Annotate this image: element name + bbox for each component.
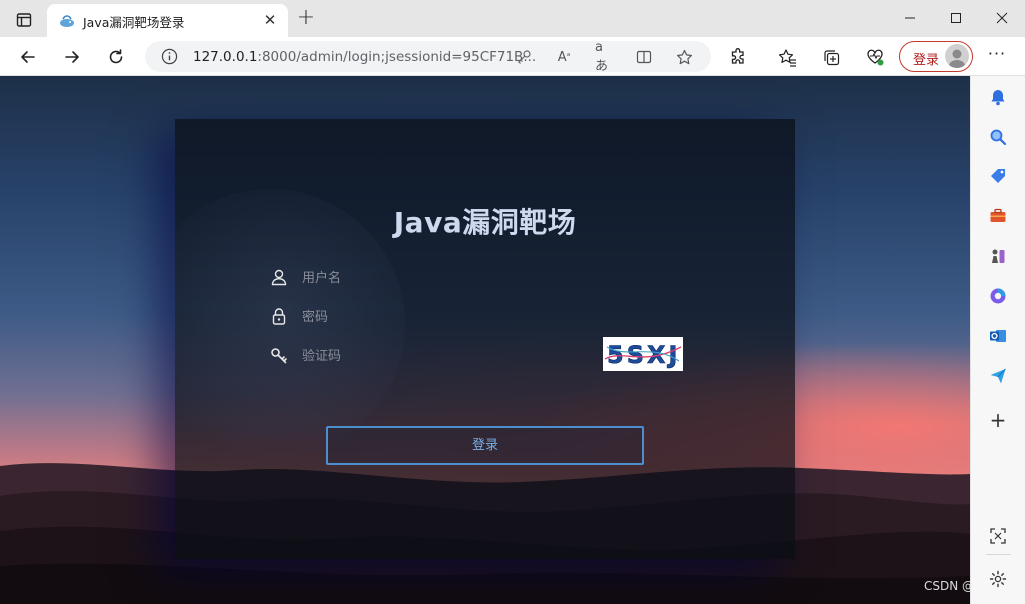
address-bar[interactable]: 127.0.0.1:8000/admin/login;jsessionid=95… <box>145 40 711 74</box>
read-aloud-icon[interactable]: Aᵃ <box>555 48 573 66</box>
plus-icon[interactable]: + <box>294 7 318 31</box>
password-field <box>270 304 630 330</box>
collections-icon[interactable] <box>821 47 841 67</box>
password-input[interactable] <box>302 304 602 330</box>
screenshot-icon[interactable] <box>987 525 1009 547</box>
key-icon <box>271 348 287 364</box>
refresh-icon[interactable] <box>103 44 129 70</box>
captcha-field <box>270 343 630 369</box>
bell-icon[interactable] <box>987 86 1009 108</box>
split-screen-icon[interactable] <box>635 48 653 66</box>
sidebar-divider <box>986 554 1011 555</box>
send-icon[interactable] <box>987 365 1009 387</box>
active-tab[interactable]: Java漏洞靶场登录 ✕ <box>47 4 288 37</box>
profile-login-button[interactable]: 登录 <box>899 41 973 72</box>
close-icon[interactable]: ✕ <box>262 12 278 28</box>
profile-login-label: 登录 <box>913 53 940 68</box>
login-card: Java漏洞靶场 5SXJ 登录 <box>175 119 795 559</box>
translate-icon[interactable]: aあ <box>595 40 613 74</box>
back-icon[interactable] <box>15 44 41 70</box>
page-viewport: Java漏洞靶场 5SXJ 登录 <box>0 76 970 604</box>
search-icon[interactable] <box>987 126 1009 148</box>
sidebar-toggle-icon <box>16 13 32 27</box>
toolbox-icon[interactable] <box>987 205 1009 227</box>
maximize-icon[interactable] <box>933 4 979 32</box>
page-title: Java漏洞靶场 <box>393 206 577 239</box>
url-text[interactable]: 127.0.0.1:8000/admin/login;jsessionid=95… <box>193 49 536 65</box>
tab-actions-button[interactable] <box>10 8 38 32</box>
username-field <box>270 265 630 291</box>
username-input[interactable] <box>302 265 602 291</box>
chess-icon[interactable] <box>987 245 1009 267</box>
favorites-icon[interactable] <box>777 47 797 67</box>
favorite-star-icon[interactable] <box>675 48 693 66</box>
user-icon <box>271 269 287 286</box>
url-host: 127.0.0.1 <box>193 49 258 65</box>
more-icon[interactable]: ··· <box>986 46 1008 67</box>
login-submit-button[interactable]: 登录 <box>326 426 644 465</box>
tab-title: Java漏洞靶场登录 <box>83 15 185 30</box>
url-path: :8000/admin/login;jsessionid=95CF71B... <box>257 49 537 65</box>
captcha-image[interactable]: 5SXJ <box>603 337 683 371</box>
java-favicon-icon <box>60 15 74 27</box>
settings-icon[interactable] <box>987 568 1009 590</box>
info-icon[interactable] <box>161 48 178 65</box>
avatar <box>945 44 969 68</box>
forward-icon[interactable] <box>59 44 85 70</box>
window-close-icon[interactable] <box>979 4 1025 32</box>
lock-icon <box>272 308 286 325</box>
captcha-text: 5SXJ <box>607 341 680 369</box>
office-icon[interactable] <box>987 285 1009 307</box>
health-icon[interactable] <box>865 47 885 67</box>
outlook-icon[interactable] <box>987 325 1009 347</box>
extensions-icon[interactable] <box>728 47 748 67</box>
add-icon[interactable]: + <box>987 408 1009 432</box>
edge-sidebar: + <box>970 76 1025 604</box>
browser-toolbar: 127.0.0.1:8000/admin/login;jsessionid=95… <box>0 37 1025 76</box>
tab-strip: Java漏洞靶场登录 ✕ + <box>0 0 1025 37</box>
minimize-icon[interactable] <box>887 4 933 32</box>
key-icon[interactable] <box>515 48 533 66</box>
captcha-input[interactable] <box>302 343 602 369</box>
tag-icon[interactable] <box>987 165 1009 187</box>
